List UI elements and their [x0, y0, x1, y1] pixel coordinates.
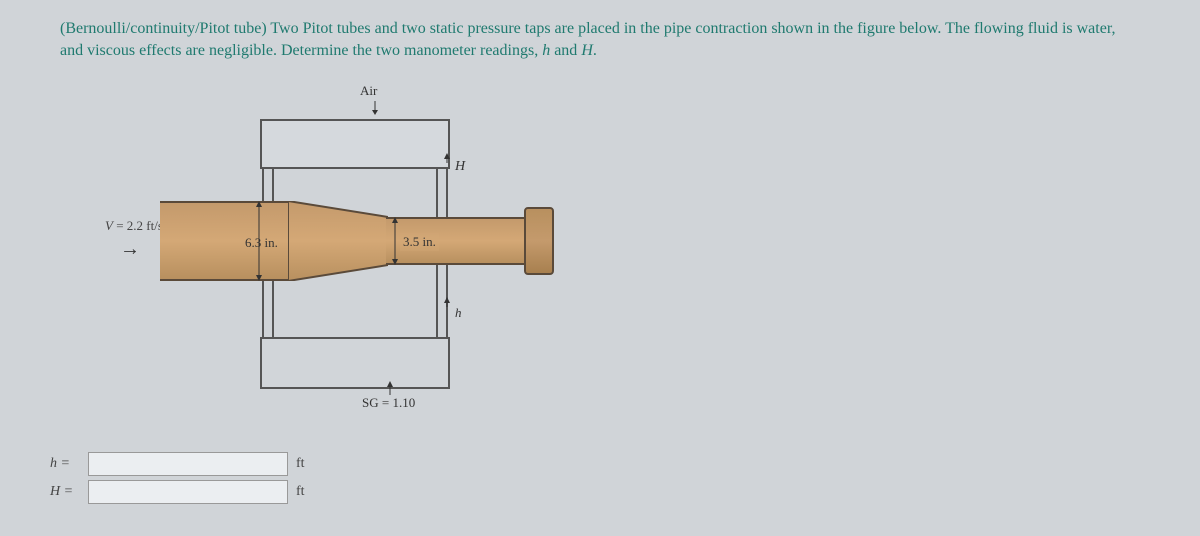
pipe-contraction [288, 201, 388, 281]
h-arrow-up-icon [442, 297, 452, 307]
answer-H-input[interactable] [88, 480, 288, 504]
diagram: Air H V = 2.2 ft/s → 6.3 in. 3. [100, 83, 600, 433]
sg-label: SG = 1.10 [362, 395, 415, 411]
answer-h-label: h = [50, 456, 80, 472]
velocity-label: V = 2.2 ft/s [105, 218, 163, 234]
upper-manometer-leg-left [262, 169, 274, 203]
var-H: H [581, 42, 593, 59]
H-dimension-label: H [455, 159, 465, 175]
answer-h-input[interactable] [88, 452, 288, 476]
var-h: h [542, 42, 550, 59]
upper-manometer [260, 119, 450, 169]
H-arrow-up-icon [442, 153, 452, 163]
answer-H-unit: ft [296, 484, 305, 500]
answer-row-h: h = ft [50, 452, 305, 476]
lower-manometer [260, 337, 450, 389]
answer-row-H: H = ft [50, 480, 305, 504]
answers-section: h = ft H = ft [0, 448, 305, 504]
topic-tag: (Bernoulli/continuity/Pitot tube) [60, 20, 267, 37]
air-label: Air [360, 83, 377, 99]
lower-manometer-leg-left [262, 281, 274, 339]
sg-arrow-icon [385, 381, 395, 395]
diameter-large-label: 6.3 in. [245, 235, 278, 251]
velocity-arrow-icon: → [120, 238, 140, 261]
h-dimension-label: h [455, 305, 462, 321]
answer-H-label: H = [50, 484, 80, 500]
diameter-small-label: 3.5 in. [400, 233, 439, 251]
upper-manometer-leg-right [436, 169, 448, 219]
answer-h-unit: ft [296, 456, 305, 472]
problem-text-end: . [593, 42, 597, 59]
diameter-small-arrows-icon [390, 217, 400, 265]
air-arrow-icon [370, 101, 380, 115]
pipe-outlet-flange [524, 207, 554, 275]
problem-statement: (Bernoulli/continuity/Pitot tube) Two Pi… [60, 18, 1140, 63]
problem-text-and: and [550, 42, 581, 59]
